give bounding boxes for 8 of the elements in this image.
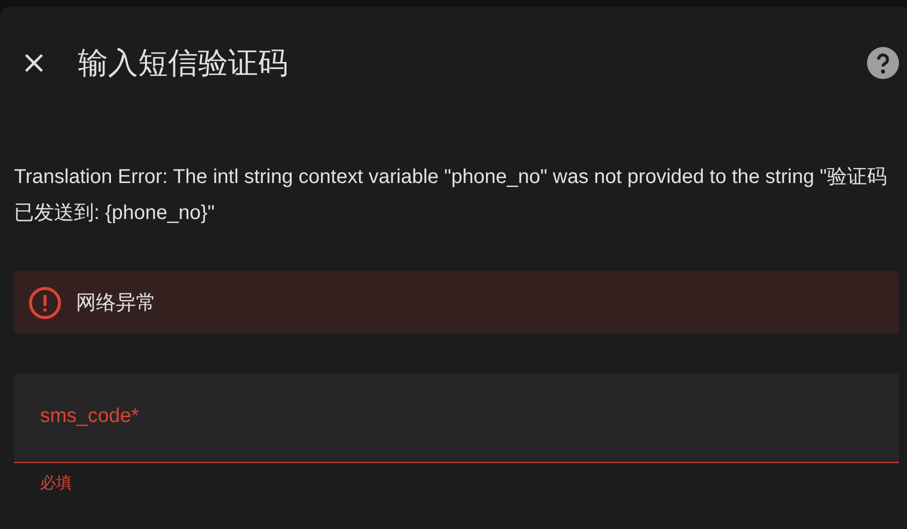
description-text: Translation Error: The intl string context variable "phone_no" was not provided to the string "验证码已发送到: {phone_no}" [14,165,888,226]
help-icon [867,47,899,79]
helper-text: 必填 [40,474,72,494]
alert-icon [28,286,62,320]
dialog-title: 输入短信验证码 [78,46,289,82]
sms-code-field[interactable]: sms_code* [14,373,899,463]
alert-message: 网络异常 [76,291,156,316]
help-button[interactable] [867,47,899,79]
